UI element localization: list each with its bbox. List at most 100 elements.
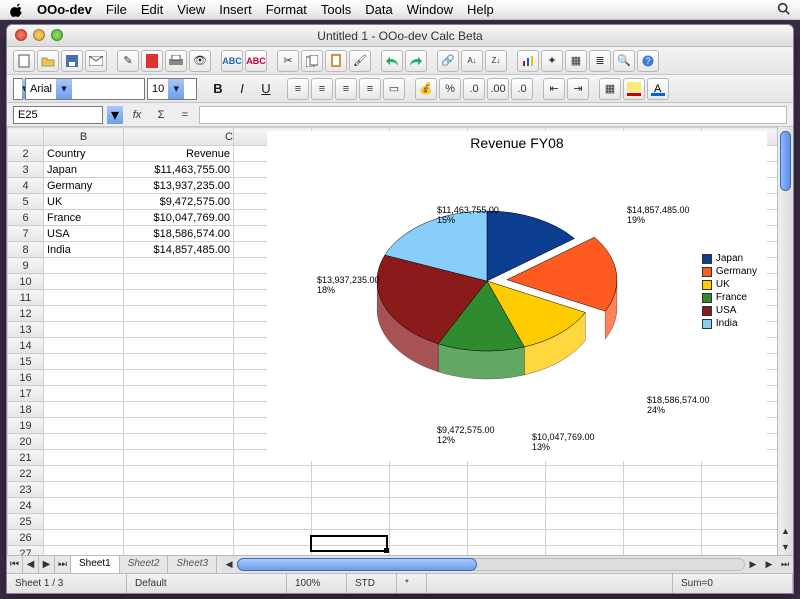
row-header-5[interactable]: 5 — [8, 194, 44, 210]
zoom-button[interactable]: 🔍 — [613, 50, 635, 72]
cell-B13[interactable] — [44, 322, 124, 338]
menubar-item-format[interactable]: Format — [266, 2, 307, 17]
edit-doc-button[interactable]: ✎ — [117, 50, 139, 72]
new-doc-button[interactable] — [13, 50, 35, 72]
spotlight-icon[interactable] — [777, 2, 790, 18]
row-header-24[interactable]: 24 — [8, 498, 44, 514]
window-close-button[interactable] — [15, 29, 27, 41]
cell-I26[interactable] — [624, 530, 702, 546]
row-header-20[interactable]: 20 — [8, 434, 44, 450]
cell-E27[interactable] — [312, 546, 390, 556]
hscroll-right2-icon[interactable]: ▶ — [761, 556, 777, 573]
row-header-26[interactable]: 26 — [8, 530, 44, 546]
window-minimize-button[interactable] — [33, 29, 45, 41]
hyperlink-button[interactable]: 🔗 — [437, 50, 459, 72]
cell-D26[interactable] — [234, 530, 312, 546]
cell-B12[interactable] — [44, 306, 124, 322]
name-box-dropdown-icon[interactable]: ▾ — [107, 106, 123, 124]
navigator-button[interactable]: ✦ — [541, 50, 563, 72]
cell-B26[interactable] — [44, 530, 124, 546]
cell-J26[interactable] — [702, 530, 780, 546]
cell-B18[interactable] — [44, 402, 124, 418]
cell-B9[interactable] — [44, 258, 124, 274]
cell-C3[interactable]: $11,463,755.00 — [124, 162, 234, 178]
cell-B15[interactable] — [44, 354, 124, 370]
cell-D25[interactable] — [234, 514, 312, 530]
sort-desc-button[interactable]: Z↓ — [485, 50, 507, 72]
style-combo[interactable]: ▾ — [13, 78, 23, 100]
row-header-6[interactable]: 6 — [8, 210, 44, 226]
cell-C22[interactable] — [124, 466, 234, 482]
tab-last-button[interactable]: ⏭ — [55, 556, 71, 573]
fontcolor-button[interactable]: A — [647, 78, 669, 100]
col-header-B[interactable]: B — [44, 128, 124, 146]
tab-next-button[interactable]: ▶ — [39, 556, 55, 573]
cell-G22[interactable] — [468, 466, 546, 482]
cell-F27[interactable] — [390, 546, 468, 556]
open-button[interactable] — [37, 50, 59, 72]
menubar-item-edit[interactable]: Edit — [141, 2, 163, 17]
row-header-8[interactable]: 8 — [8, 242, 44, 258]
cell-H26[interactable] — [546, 530, 624, 546]
menubar-item-file[interactable]: File — [106, 2, 127, 17]
cell-B11[interactable] — [44, 290, 124, 306]
vscroll-up-icon[interactable]: ▲ — [778, 523, 793, 539]
window-titlebar[interactable]: Untitled 1 - OOo-dev Calc Beta — [7, 25, 793, 47]
cell-B23[interactable] — [44, 482, 124, 498]
status-sum[interactable]: Sum=0 — [673, 574, 793, 593]
cell-B20[interactable] — [44, 434, 124, 450]
cell-C23[interactable] — [124, 482, 234, 498]
cell-H25[interactable] — [546, 514, 624, 530]
cell-B7[interactable]: USA — [44, 226, 124, 242]
row-header-2[interactable]: 2 — [8, 146, 44, 162]
cell-H24[interactable] — [546, 498, 624, 514]
window-zoom-button[interactable] — [51, 29, 63, 41]
save-button[interactable] — [61, 50, 83, 72]
row-header-11[interactable]: 11 — [8, 290, 44, 306]
cell-B14[interactable] — [44, 338, 124, 354]
cell-C7[interactable]: $18,586,574.00 — [124, 226, 234, 242]
status-page-style[interactable]: Default — [127, 574, 287, 593]
cell-E25[interactable] — [312, 514, 390, 530]
cell-H22[interactable] — [546, 466, 624, 482]
cell-B6[interactable]: France — [44, 210, 124, 226]
function-wizard-button[interactable]: fx — [127, 106, 147, 124]
cell-F26[interactable] — [390, 530, 468, 546]
cell-B3[interactable]: Japan — [44, 162, 124, 178]
tab-prev-button[interactable]: ◀ — [23, 556, 39, 573]
redo-button[interactable] — [405, 50, 427, 72]
cell-J24[interactable] — [702, 498, 780, 514]
cell-C5[interactable]: $9,472,575.00 — [124, 194, 234, 210]
apple-icon[interactable] — [10, 3, 23, 17]
pdf-export-button[interactable] — [141, 50, 163, 72]
name-box[interactable] — [13, 106, 103, 124]
cell-B16[interactable] — [44, 370, 124, 386]
email-button[interactable] — [85, 50, 107, 72]
cell-C4[interactable]: $13,937,235.00 — [124, 178, 234, 194]
sheet-tab-sheet2[interactable]: Sheet2 — [120, 556, 169, 573]
row-header-3[interactable]: 3 — [8, 162, 44, 178]
cell-B21[interactable] — [44, 450, 124, 466]
remove-decimal-button[interactable]: .0 — [511, 78, 533, 100]
cell-D23[interactable] — [234, 482, 312, 498]
formula-input[interactable] — [199, 106, 787, 124]
cell-F24[interactable] — [390, 498, 468, 514]
status-insert-mode[interactable]: STD — [347, 574, 397, 593]
row-header-18[interactable]: 18 — [8, 402, 44, 418]
row-header-12[interactable]: 12 — [8, 306, 44, 322]
hscroll-right-icon[interactable]: ▶ — [745, 556, 761, 573]
print-button[interactable] — [165, 50, 187, 72]
cell-H23[interactable] — [546, 482, 624, 498]
vertical-scrollbar[interactable]: ▲ ▼ — [777, 127, 793, 555]
menubar-item-view[interactable]: View — [177, 2, 205, 17]
align-justify-button[interactable]: ≡ — [359, 78, 381, 100]
font-size-combo[interactable]: 10▾ — [147, 78, 197, 100]
cell-I25[interactable] — [624, 514, 702, 530]
cell-G23[interactable] — [468, 482, 546, 498]
cell-C16[interactable] — [124, 370, 234, 386]
row-header-17[interactable]: 17 — [8, 386, 44, 402]
cell-D24[interactable] — [234, 498, 312, 514]
bold-button[interactable]: B — [207, 78, 229, 100]
cell-C21[interactable] — [124, 450, 234, 466]
cell-G26[interactable] — [468, 530, 546, 546]
